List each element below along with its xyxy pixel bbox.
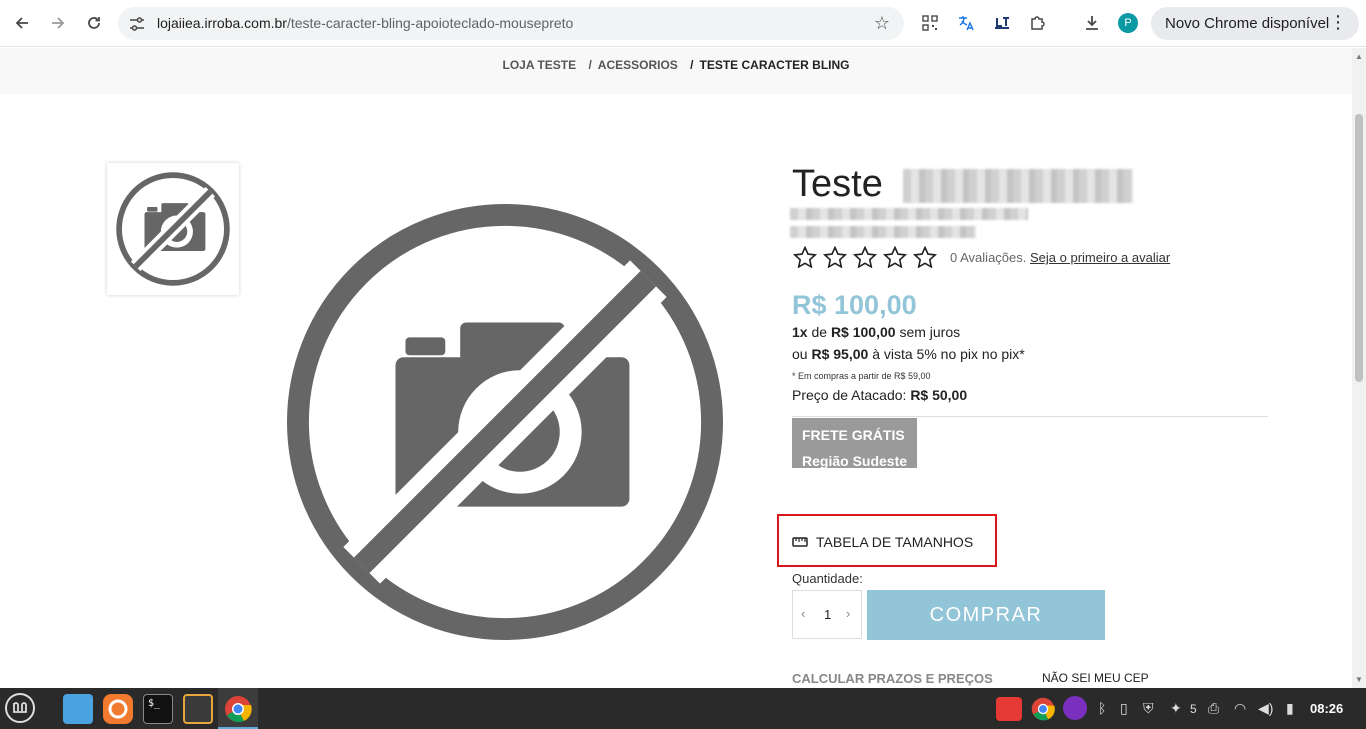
pix-price-info: ou R$ 95,00 à vista 5% no pix no pix* <box>792 346 1025 362</box>
quantity-stepper[interactable]: ‹ 1 › <box>792 590 862 639</box>
scroll-up-icon[interactable]: ▲ <box>1355 52 1363 61</box>
page-scrollbar[interactable]: ▲ ▼ <box>1352 48 1366 688</box>
terminal-icon[interactable]: $_ <box>143 694 173 724</box>
anydesk-tray-icon[interactable] <box>996 697 1022 721</box>
back-icon[interactable] <box>8 9 36 37</box>
star-outline-icon[interactable] <box>882 246 908 268</box>
qr-code-icon[interactable] <box>916 9 944 37</box>
product-page: LOJA TESTE / ACESSORIOS / TESTE CARACTER B… <box>0 48 1352 688</box>
address-bar[interactable]: lojaiiea.irroba.com.br/teste-caracter-bl… <box>118 7 904 40</box>
free-shipping-badge: FRETE GRÁTIS Região Sudeste <box>792 418 917 469</box>
star-outline-icon[interactable] <box>822 246 848 268</box>
size-table-label: TABELA DE TAMANHOS <box>816 534 974 550</box>
mint-menu-icon[interactable] <box>5 693 35 723</box>
divider <box>792 416 1268 417</box>
blurred-subtitle-line <box>790 226 976 238</box>
files-icon[interactable] <box>63 694 93 724</box>
blurred-subtitle-line <box>790 208 1028 220</box>
chevron-left-icon[interactable]: ‹ <box>801 606 805 621</box>
scroll-down-icon[interactable]: ▼ <box>1355 675 1363 684</box>
product-title-text: Teste <box>792 163 883 205</box>
product-title: Teste <box>792 163 1134 206</box>
scrollbar-thumb[interactable] <box>1355 114 1363 382</box>
no-image-icon <box>116 172 230 286</box>
buy-button[interactable]: COMPRAR <box>867 590 1105 640</box>
profile-avatar[interactable]: P <box>1118 13 1138 33</box>
product-thumbnail[interactable] <box>107 163 239 295</box>
volume-icon[interactable]: ◀) <box>1258 700 1273 717</box>
star-outline-icon[interactable] <box>792 246 818 268</box>
bluetooth-icon[interactable]: ᛒ <box>1098 700 1106 716</box>
pix-note: * Em compras a partir de R$ 59,00 <box>792 371 931 381</box>
rating-stars[interactable] <box>792 246 938 268</box>
printer-icon[interactable]: ⎙ <box>1208 700 1219 717</box>
quantity-value[interactable]: 1 <box>824 607 831 622</box>
notifications-icon[interactable]: ✦ <box>1170 700 1182 717</box>
translate-icon[interactable] <box>952 9 980 37</box>
flame-tray-icon[interactable] <box>1063 696 1087 720</box>
chrome-taskbar-icon[interactable] <box>223 694 253 724</box>
browser-toolbar: lojaiiea.irroba.com.br/teste-caracter-bl… <box>0 0 1366 47</box>
calculate-shipping-label: CALCULAR PRAZOS E PREÇOS <box>792 671 993 686</box>
battery-icon[interactable]: ▮ <box>1286 700 1294 717</box>
shield-icon[interactable]: ⛨ <box>1143 700 1154 717</box>
breadcrumb-separator: / <box>690 58 694 72</box>
ruler-icon <box>792 537 808 547</box>
site-settings-icon[interactable] <box>128 15 146 33</box>
breadcrumb-category[interactable]: ACESSORIOS <box>598 58 678 72</box>
quantity-label: Quantidade: <box>792 571 863 586</box>
review-summary: 0 Avaliações. Seja o primeiro a avaliar <box>950 250 1170 265</box>
breadcrumb: LOJA TESTE / ACESSORIOS / TESTE CARACTER B… <box>0 58 1352 72</box>
text-editor-icon[interactable] <box>183 694 213 724</box>
size-table-button[interactable]: TABELA DE TAMANHOS <box>792 534 973 550</box>
breadcrumb-current: TESTE CARACTER BLING <box>699 58 850 72</box>
product-main-image-placeholder[interactable] <box>286 203 724 641</box>
firefox-icon[interactable] <box>103 694 133 724</box>
chrome-update-button[interactable]: Novo Chrome disponível ⋮ <box>1151 7 1359 40</box>
product-price: R$ 100,00 <box>792 290 917 320</box>
star-outline-icon[interactable] <box>852 246 878 268</box>
forward-icon[interactable] <box>44 9 72 37</box>
chrome-tray-icon[interactable] <box>1030 696 1056 722</box>
installments-info: 1x de R$ 100,00 sem juros <box>792 324 961 340</box>
star-outline-icon[interactable] <box>912 246 938 268</box>
wifi-icon[interactable]: ◠ <box>1234 700 1246 717</box>
breadcrumb-separator: / <box>588 58 592 72</box>
download-icon[interactable] <box>1078 9 1106 37</box>
url-text: lojaiiea.irroba.com.br/teste-caracter-bl… <box>157 15 574 31</box>
no-cep-link[interactable]: NÃO SEI MEU CEP <box>1042 671 1149 685</box>
breadcrumb-home[interactable]: LOJA TESTE <box>503 58 577 72</box>
blurred-title-text <box>903 168 1134 203</box>
review-count: 0 Avaliações. <box>950 250 1027 265</box>
first-review-link[interactable]: Seja o primeiro a avaliar <box>1030 250 1170 265</box>
wholesale-price: Preço de Atacado: R$ 50,00 <box>792 387 968 403</box>
breadcrumb-bar: LOJA TESTE / ACESSORIOS / TESTE CARACTER B… <box>0 48 1352 94</box>
chrome-update-label: Novo Chrome disponível <box>1165 15 1330 32</box>
clipboard-icon[interactable]: ▯ <box>1120 700 1128 717</box>
free-shipping-label: FRETE GRÁTIS <box>802 427 905 443</box>
reload-icon[interactable] <box>80 9 108 37</box>
clock[interactable]: 08:26 <box>1310 701 1343 716</box>
bookmark-star-icon[interactable]: ☆ <box>874 13 890 34</box>
os-taskbar: $_ ᛒ ▯ ⛨ ✦ 5 ⎙ ◠ ◀) ▮ 08:26 <box>0 688 1366 729</box>
notification-count: 5 <box>1190 702 1197 716</box>
extension-lt-icon[interactable] <box>988 9 1016 37</box>
kebab-menu-icon[interactable]: ⋮ <box>1329 12 1347 33</box>
extensions-puzzle-icon[interactable] <box>1024 9 1052 37</box>
free-shipping-region: Região Sudeste <box>802 453 908 469</box>
chevron-right-icon[interactable]: › <box>846 606 850 621</box>
